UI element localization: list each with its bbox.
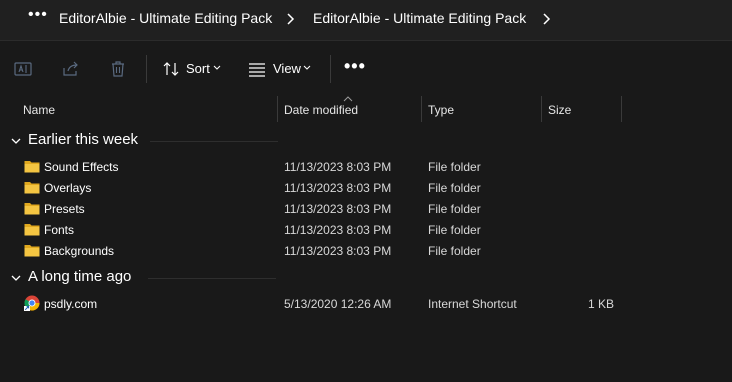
item-name: psdly.com [44,297,98,311]
column-header-name[interactable]: Name [23,103,55,117]
column-header-size[interactable]: Size [548,103,571,117]
item-name: Overlays [44,181,92,195]
chevron-right-icon[interactable] [540,11,554,27]
item-date: 11/13/2023 8:03 PM [284,244,392,258]
group-divider [150,141,278,142]
toolbar-divider [330,55,331,83]
folder-icon [24,161,40,173]
view-icon[interactable] [247,59,267,79]
column-divider[interactable] [541,96,542,122]
rename-icon[interactable] [13,59,33,79]
item-type: File folder [428,181,481,195]
chevron-down-icon [303,65,311,70]
chevron-down-icon [213,65,221,70]
item-name: Sound Effects [44,160,119,174]
breadcrumb-item-current[interactable]: EditorAlbie - Ultimate Editing Pack [313,10,526,26]
item-date: 5/13/2020 12:26 AM [284,297,392,311]
item-name: Fonts [44,223,75,237]
breadcrumb-item-parent[interactable]: EditorAlbie - Ultimate Editing Pack [59,10,272,26]
column-header-row: Name Date modified Type Size [0,96,732,122]
list-item[interactable]: Fonts 11/13/2023 8:03 PM File folder [0,220,732,241]
item-date: 11/13/2023 8:03 PM [284,223,392,237]
folder-icon [24,203,40,215]
see-more-button[interactable]: ••• [344,56,366,77]
group-label: Earlier this week [28,131,139,148]
folder-icon [24,245,40,257]
column-header-date[interactable]: Date modified [284,103,358,117]
item-name: Presets [44,202,85,216]
breadcrumb-overflow-button[interactable]: ••• [28,6,48,24]
column-divider[interactable] [277,96,278,122]
column-divider[interactable] [421,96,422,122]
group-header-earlier-this-week[interactable]: Earlier this week [0,129,732,153]
item-date: 11/13/2023 8:03 PM [284,160,392,174]
item-type: File folder [428,160,481,174]
column-divider[interactable] [621,96,622,122]
item-date: 11/13/2023 8:03 PM [284,202,392,216]
item-type: Internet Shortcut [428,297,517,311]
breadcrumb: ••• EditorAlbie - Ultimate Editing Pack … [0,0,732,41]
sort-indicator-icon [343,96,353,102]
item-size: 1 KB [587,297,614,311]
item-type: File folder [428,223,481,237]
folder-icon [24,182,40,194]
column-header-type[interactable]: Type [428,103,454,117]
item-type: File folder [428,244,481,258]
view-button[interactable]: View [273,61,301,76]
list-item[interactable]: psdly.com 5/13/2020 12:26 AM Internet Sh… [0,294,732,315]
folder-icon [24,224,40,236]
list-item[interactable]: Sound Effects 11/13/2023 8:03 PM File fo… [0,157,732,178]
list-item[interactable]: Overlays 11/13/2023 8:03 PM File folder [0,178,732,199]
item-date: 11/13/2023 8:03 PM [284,181,392,195]
chevron-down-icon[interactable] [10,135,22,147]
toolbar-divider [146,55,147,83]
item-type: File folder [428,202,481,216]
group-header-a-long-time-ago[interactable]: A long time ago [0,266,732,290]
delete-icon[interactable] [108,59,128,79]
chevron-down-icon[interactable] [10,272,22,284]
chevron-right-icon[interactable] [284,11,298,27]
command-bar: Sort View ••• [0,41,732,96]
sort-button[interactable]: Sort [186,61,210,76]
share-icon[interactable] [61,59,81,79]
list-item[interactable]: Backgrounds 11/13/2023 8:03 PM File fold… [0,241,732,262]
list-item[interactable]: Presets 11/13/2023 8:03 PM File folder [0,199,732,220]
sort-icon[interactable] [161,59,181,79]
chrome-shortcut-icon [24,295,40,311]
item-name: Backgrounds [44,244,115,258]
group-label: A long time ago [28,268,132,285]
group-divider [148,278,276,279]
